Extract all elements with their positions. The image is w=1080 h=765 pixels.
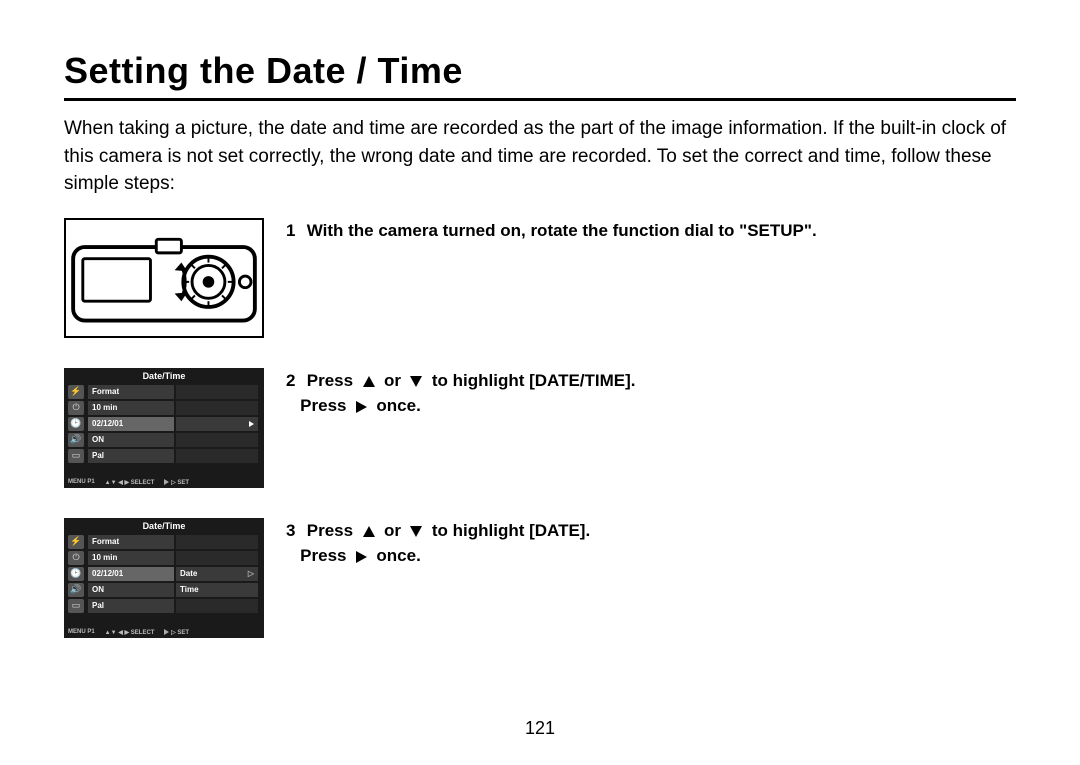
submenu-time: Time bbox=[176, 583, 258, 597]
menu-arrow bbox=[176, 417, 258, 431]
menu-row-pal: Pal bbox=[88, 599, 174, 613]
title-rule bbox=[64, 98, 1016, 101]
speaker-icon: 🔊 bbox=[68, 583, 84, 597]
submenu-date: Date▷ bbox=[176, 567, 258, 581]
camera-illustration bbox=[64, 218, 264, 338]
page-title: Setting the Date / Time bbox=[64, 50, 1016, 92]
right-arrow-icon bbox=[356, 401, 367, 413]
clock-icon: 🕑 bbox=[68, 417, 84, 431]
tv-icon: ▭ bbox=[68, 599, 84, 613]
lcd-screenshot-2: Date/Time ⚡ ⏻ 🕑 🔊 ▭ Format 10 min 02/12/… bbox=[64, 518, 264, 638]
menu-row-on: ON bbox=[88, 583, 174, 597]
menu-row-format: Format bbox=[88, 535, 174, 549]
page-number: 121 bbox=[0, 718, 1080, 739]
menu-row-10min: 10 min bbox=[88, 401, 174, 415]
power-icon: ⏻ bbox=[68, 401, 84, 415]
lcd-footer: MENU P1 ▲▼ ◀ ▶ SELECT ▷ SET bbox=[68, 629, 260, 636]
flash-icon: ⚡ bbox=[68, 385, 84, 399]
step-2: Date/Time ⚡ ⏻ 🕑 🔊 ▭ Format 10 min 02/12/… bbox=[64, 368, 1016, 488]
power-icon: ⏻ bbox=[68, 551, 84, 565]
intro-text: When taking a picture, the date and time… bbox=[64, 115, 1016, 198]
lcd-footer: MENU P1 ▲▼ ◀ ▶ SELECT ▷ SET bbox=[68, 479, 260, 486]
menu-row-on: ON bbox=[88, 433, 174, 447]
speaker-icon: 🔊 bbox=[68, 433, 84, 447]
lcd-screenshot-1: Date/Time ⚡ ⏻ 🕑 🔊 ▭ Format 10 min 02/12/… bbox=[64, 368, 264, 488]
menu-row-pal: Pal bbox=[88, 449, 174, 463]
down-arrow-icon bbox=[410, 376, 422, 387]
tv-icon: ▭ bbox=[68, 449, 84, 463]
step-1: 1 With the camera turned on, rotate the … bbox=[64, 218, 1016, 338]
menu-row-format: Format bbox=[88, 385, 174, 399]
up-arrow-icon bbox=[363, 376, 375, 387]
step-2-text: 2 Press or to highlight [DATE/TIME]. Pre… bbox=[286, 368, 1016, 419]
menu-row-date: 02/12/01 bbox=[88, 567, 174, 581]
down-arrow-icon bbox=[410, 526, 422, 537]
flash-icon: ⚡ bbox=[68, 535, 84, 549]
step-3: Date/Time ⚡ ⏻ 🕑 🔊 ▭ Format 10 min 02/12/… bbox=[64, 518, 1016, 638]
step-3-text: 3 Press or to highlight [DATE]. Press on… bbox=[286, 518, 1016, 569]
clock-icon: 🕑 bbox=[68, 567, 84, 581]
step-1-text: 1 With the camera turned on, rotate the … bbox=[286, 218, 1016, 244]
menu-row-10min: 10 min bbox=[88, 551, 174, 565]
menu-row-date: 02/12/01 bbox=[88, 417, 174, 431]
right-arrow-icon bbox=[356, 551, 367, 563]
up-arrow-icon bbox=[363, 526, 375, 537]
